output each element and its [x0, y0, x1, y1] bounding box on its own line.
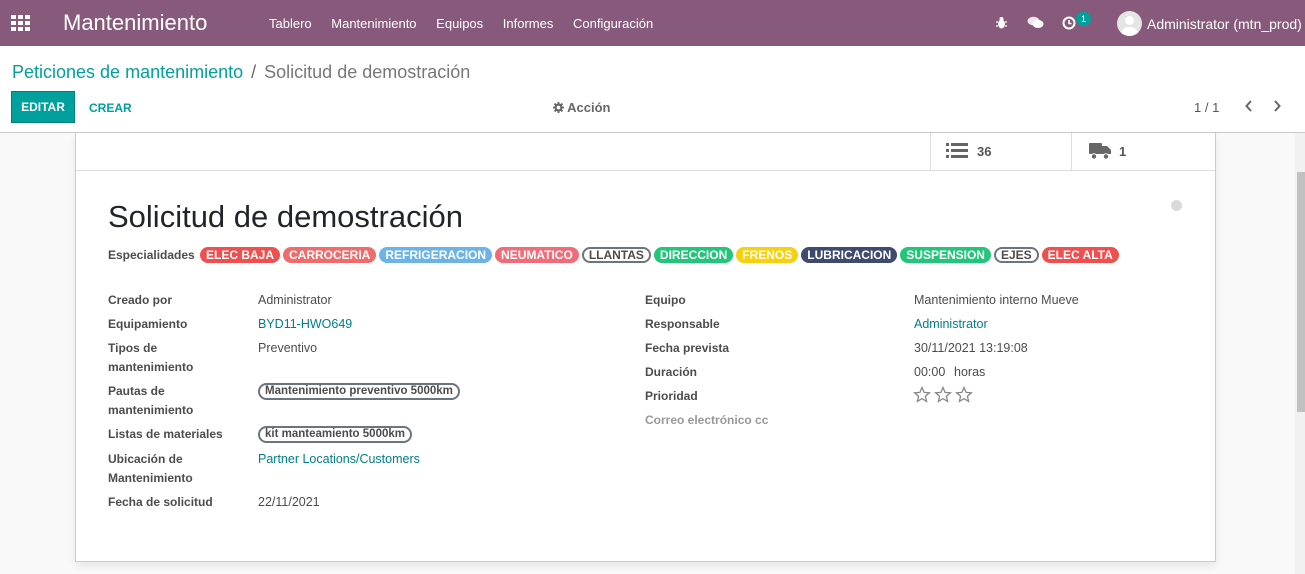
priority-label: Prioridad	[645, 389, 698, 403]
equipment-label: Equipamiento	[108, 317, 188, 331]
user-avatar[interactable]	[1117, 11, 1142, 36]
request-date-label: Fecha de solicitud	[108, 495, 213, 509]
created-by-label: Creado por	[108, 293, 173, 307]
specialty-tag: ELEC ALTA	[1041, 247, 1119, 263]
created-by-value: Administrator	[258, 293, 332, 307]
user-menu[interactable]: Administrator (mtn_prod)	[1147, 16, 1302, 32]
materials-list-tag: kit manteamiento 5000km	[258, 426, 412, 443]
create-button[interactable]: CREAR	[89, 101, 132, 115]
form-sheet: 36 1 Solicitud de demostración Especiali…	[75, 133, 1216, 562]
activity-count-badge: 1	[1076, 12, 1091, 26]
scheduled-date-value: 30/11/2021 13:19:08	[914, 341, 1028, 355]
request-date-value: 22/11/2021	[258, 495, 320, 509]
chevron-left-icon[interactable]	[1244, 100, 1254, 112]
guidelines-label-line2: mantenimiento	[108, 403, 194, 417]
location-label-line1: Ubicación de	[108, 452, 183, 466]
maintenance-type-value: Preventivo	[258, 341, 318, 355]
materials-count-value: 36	[977, 144, 992, 159]
breadcrumb-current: Solicitud de demostración	[264, 62, 471, 82]
gear-icon	[553, 102, 564, 113]
menu-item-maintenance[interactable]: Mantenimiento	[331, 16, 416, 31]
location-label-line2: Mantenimiento	[108, 471, 193, 485]
bug-icon[interactable]	[995, 16, 1008, 29]
menu-item-equipment[interactable]: Equipos	[436, 16, 483, 31]
location-link[interactable]: Partner Locations/Customers	[258, 450, 420, 469]
activity-clock-icon[interactable]	[1062, 16, 1076, 30]
duration-label: Duración	[645, 365, 698, 379]
equipment-link[interactable]: BYD11-HWO649	[258, 315, 352, 334]
equipment-count-value: 1	[1119, 144, 1127, 159]
materials-count-button[interactable]: 36	[930, 133, 1072, 170]
priority-star-1[interactable]	[913, 386, 932, 403]
responsible-link[interactable]: Administrator	[914, 315, 988, 334]
chat-icon[interactable]	[1027, 16, 1044, 29]
priority-star-3[interactable]	[954, 386, 973, 403]
specialty-tag: CARROCERIA	[283, 247, 377, 263]
specialties-tags: ELEC BAJA CARROCERIA REFRIGERACION NEUMATIC…	[200, 247, 1122, 265]
scrollbar-thumb[interactable]	[1297, 172, 1305, 412]
app-title[interactable]: Mantenimiento	[63, 10, 207, 36]
responsible-label: Responsable	[645, 317, 720, 331]
menu-item-reports[interactable]: Informes	[503, 16, 554, 31]
guidelines-label-line1: Pautas de	[108, 384, 165, 398]
breadcrumb-parent-link[interactable]: Peticiones de mantenimiento	[12, 62, 243, 82]
kanban-state-indicator[interactable]	[1171, 200, 1182, 211]
list-icon	[946, 143, 968, 158]
duration-unit: horas	[954, 365, 986, 379]
priority-stars	[913, 386, 973, 403]
equipment-count-button[interactable]: 1	[1071, 133, 1216, 170]
top-navbar: Mantenimiento Tablero Mantenimiento Equi…	[0, 0, 1305, 46]
menu-item-dashboard[interactable]: Tablero	[269, 16, 312, 31]
specialty-tag: EJES	[993, 247, 1039, 263]
team-label: Equipo	[645, 293, 686, 307]
breadcrumb: Peticiones de mantenimiento / Solicitud de…	[12, 62, 470, 82]
specialties-label: Especialidades	[108, 248, 195, 262]
priority-star-2[interactable]	[933, 386, 953, 403]
specialty-tag: SUSPENSION	[900, 247, 991, 263]
duration-value: 00:00	[914, 365, 946, 379]
main-menu: Tablero Mantenimiento Equipos Informes C…	[269, 16, 669, 31]
maintenance-type-label-line2: mantenimiento	[108, 360, 194, 374]
menu-item-configuration[interactable]: Configuración	[573, 16, 653, 31]
breadcrumb-separator: /	[251, 62, 257, 82]
specialty-tag: REFRIGERACION	[379, 247, 493, 263]
scheduled-date-label: Fecha prevista	[645, 341, 730, 355]
control-panel: Peticiones de mantenimiento / Solicitud de…	[0, 46, 1305, 133]
guidelines-tag: Mantenimiento preventivo 5000km	[258, 383, 460, 400]
pager-value[interactable]: 1 / 1	[1194, 100, 1219, 115]
materials-list-label: Listas de materiales	[108, 427, 223, 441]
specialty-tag: DIRECCION	[653, 247, 734, 263]
action-menu-button[interactable]: Acción	[553, 100, 610, 115]
record-title: Solicitud de demostración	[108, 199, 463, 234]
email-cc-label: Correo electrónico cc	[645, 413, 769, 427]
maintenance-type-label-line1: Tipos de	[108, 341, 158, 355]
truck-icon	[1089, 143, 1111, 160]
specialty-tag: NEUMATICO	[495, 247, 579, 263]
apps-menu-icon[interactable]	[11, 15, 30, 31]
specialty-tag: LUBRICACION	[801, 247, 898, 263]
smart-button-box: 36 1	[76, 133, 1215, 171]
specialty-tag: ELEC BAJA	[200, 247, 281, 263]
specialty-tag: LLANTAS	[581, 247, 651, 263]
action-label: Acción	[567, 100, 611, 115]
edit-button[interactable]: EDITAR	[12, 92, 74, 122]
chevron-right-icon[interactable]	[1272, 100, 1282, 112]
specialty-tag: FRENOS	[736, 247, 799, 263]
team-value: Mantenimiento interno Mueve	[914, 293, 1079, 307]
